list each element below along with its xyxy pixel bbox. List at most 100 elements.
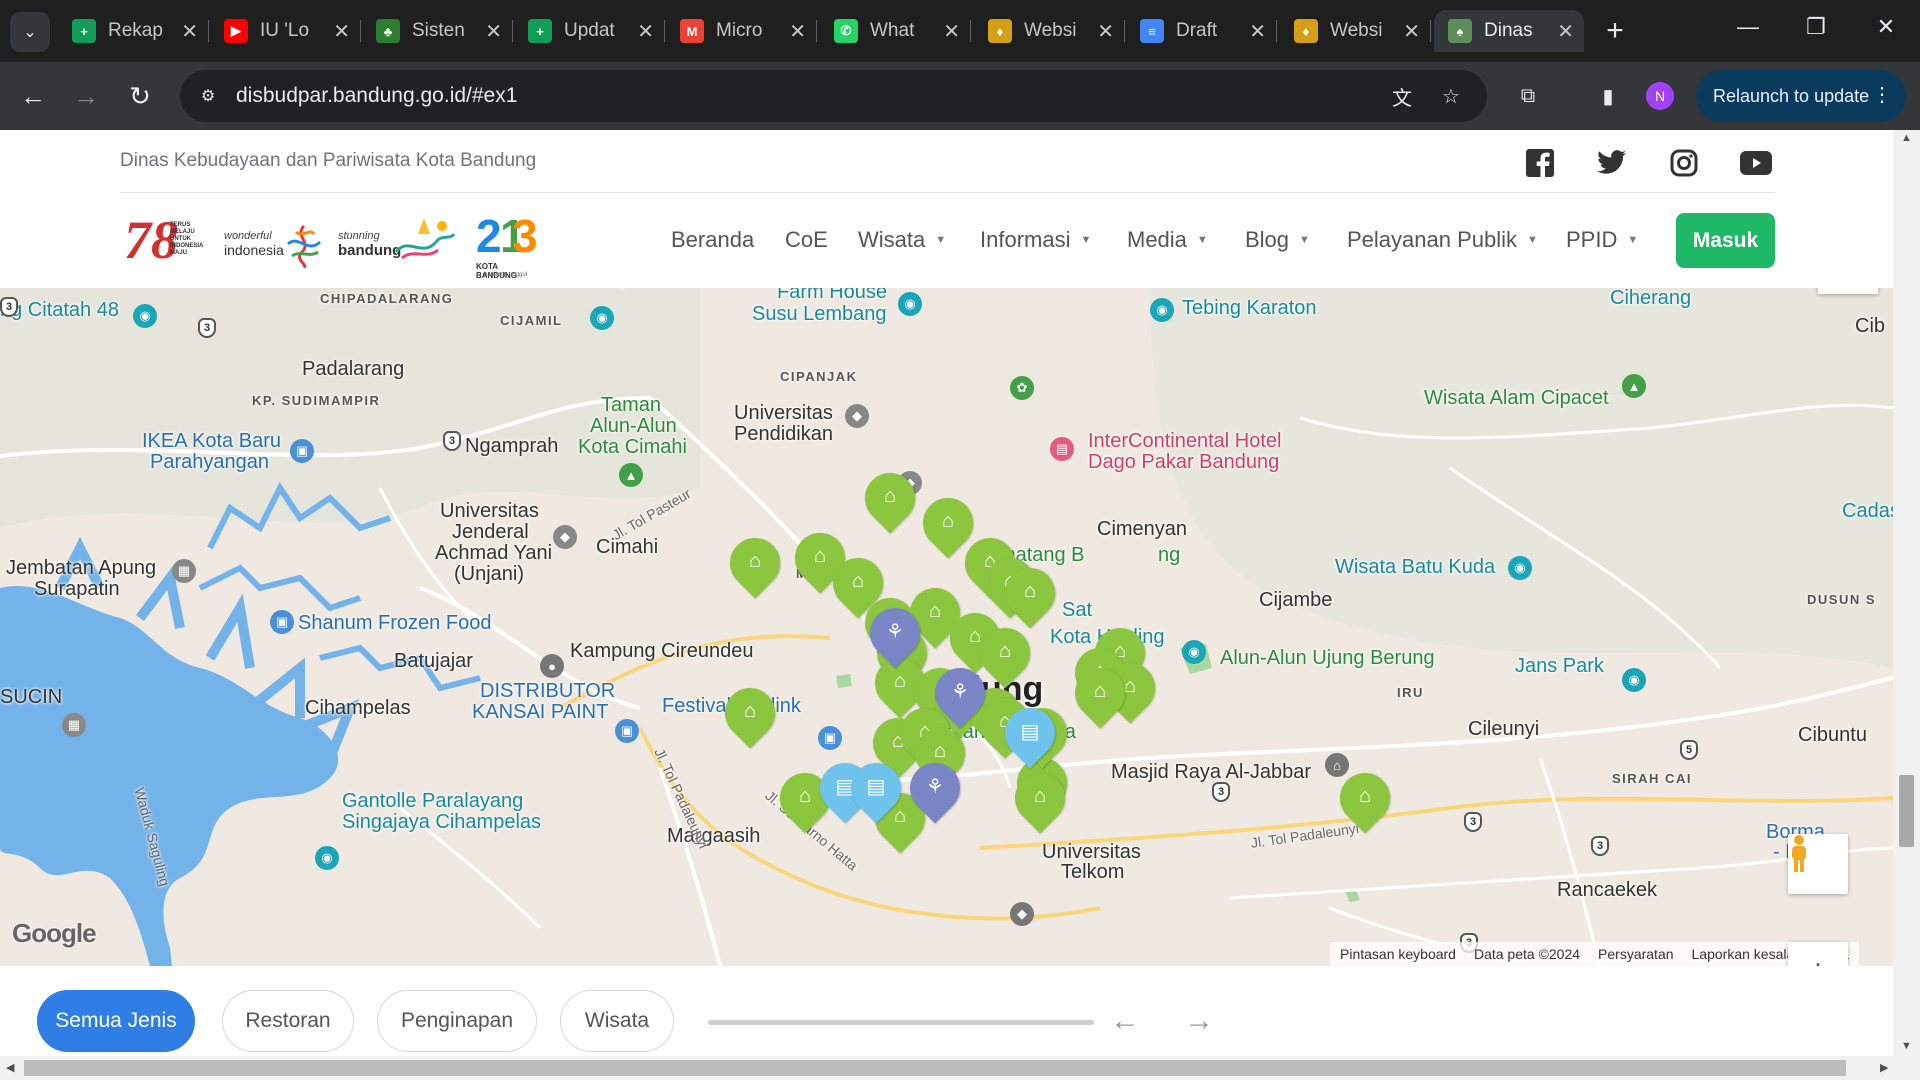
map-label[interactable]: Jembatan Apung [6,558,156,578]
close-tab-icon[interactable]: ✕ [485,19,502,44]
page-horizontal-scrollbar[interactable]: ◀ ▶ [0,1056,1920,1080]
map-label[interactable]: Universitas [1042,842,1141,862]
close-tab-icon[interactable]: ✕ [637,19,654,44]
shopping-bag-icon[interactable]: ▣ [615,719,639,743]
flower-icon[interactable]: ✿ [1010,376,1034,400]
scroll-right-arrow-icon[interactable]: ▶ [1880,1061,1888,1074]
more-menu-icon[interactable]: ⋮ [1872,82,1892,107]
map-label[interactable]: Ciherang [1610,288,1691,308]
google-map[interactable]: Stone Garden CitatahWisata PakuhajiCHIPA… [0,288,1893,966]
map-label[interactable]: Sat [1062,600,1092,620]
close-tab-icon[interactable]: ✕ [1403,19,1420,44]
map-label[interactable]: KANSAI PAINT [472,702,608,722]
browser-tab[interactable]: ♠ Dinas ✕ [1434,10,1584,52]
minimize-button[interactable]: — [1728,14,1768,40]
zoom-in-button[interactable]: + [1807,942,1828,966]
map-label[interactable]: Kota Cimahi [578,437,687,457]
nav-item-coe[interactable]: CoE [785,227,828,253]
browser-tab[interactable]: ♣ Sisten ✕ [362,10,513,52]
close-tab-icon[interactable]: ✕ [1557,19,1574,44]
close-tab-icon[interactable]: ✕ [1249,19,1266,44]
map-label[interactable]: Taman [601,395,661,415]
camera-icon[interactable]: ◉ [315,846,339,870]
vertical-scroll-thumb[interactable] [1899,775,1914,847]
map-label[interactable]: Singajaya Cihampelas [342,812,541,832]
terms-link[interactable]: Persyaratan [1598,946,1673,962]
map-label[interactable]: Shanum Frozen Food [298,613,491,633]
browser-tab[interactable]: + Updat ✕ [514,10,665,52]
translate-icon[interactable]: 文 [1388,82,1416,110]
street-view-pegman-icon[interactable] [1788,834,1848,894]
browser-tab[interactable]: ♦ Websi ✕ [1280,10,1431,52]
nav-item-beranda[interactable]: Beranda [671,227,754,253]
map-label[interactable]: DISTRIBUTOR [480,681,615,701]
hotel-map-pin[interactable]: ▤ [840,752,912,833]
restore-button[interactable]: ❐ [1796,14,1836,40]
map-label[interactable]: IKEA Kota Baru [142,431,281,451]
map-label[interactable]: Universitas [734,403,833,423]
map-label[interactable]: Jenderal [452,522,529,542]
camera-icon[interactable]: ◉ [898,292,922,316]
map-label[interactable]: Cimenyan [1097,519,1187,539]
map-label[interactable]: Wisata Alam Cipacet [1424,388,1609,408]
zoom-controls[interactable]: + − [1788,942,1848,966]
close-tab-icon[interactable]: ✕ [789,19,806,44]
browser-tab[interactable]: ♦ Websi ✕ [974,10,1125,52]
new-tab-button[interactable]: + [1598,14,1632,48]
restaurant-map-pin[interactable]: ⚘ [924,657,996,738]
camera-icon[interactable]: ◉ [133,304,157,328]
nav-item-ppid[interactable]: PPID ▼ [1566,227,1638,253]
school-icon[interactable]: ◆ [845,404,869,428]
map-label[interactable]: Cimahi [596,537,658,557]
restaurant-map-pin[interactable]: ⚘ [859,597,931,678]
filter-scroll-track[interactable] [708,1020,1094,1025]
map-type-control[interactable] [1818,288,1878,294]
instagram-icon[interactable] [1668,148,1700,178]
camera-icon[interactable]: ◉ [1182,640,1206,664]
map-label[interactable]: Cileunyi [1468,719,1539,739]
map-label[interactable]: Parahyangan [150,452,269,472]
filter-wisata-button[interactable]: Wisata [560,990,674,1052]
landmark-icon[interactable]: ▦ [62,713,86,737]
back-button[interactable]: ← [13,76,53,116]
hotel-icon[interactable]: ▤ [1050,437,1074,461]
relaunch-button[interactable]: Relaunch to update ⋮ [1696,70,1906,122]
monument-map-pin[interactable]: ⌂ [1329,762,1401,843]
map-label[interactable]: KP. SUDIMAMPIR [252,394,380,407]
url-text[interactable]: disbudpar.bandung.go.id/#ex1 [236,84,517,108]
close-tab-icon[interactable]: ✕ [181,19,198,44]
browser-tab[interactable]: + Rekap ✕ [58,10,209,52]
profile-avatar[interactable]: N [1646,82,1674,110]
nav-item-wisata[interactable]: Wisata ▼ [858,227,946,253]
hotel-map-pin[interactable]: ▤ [994,697,1066,778]
school-icon[interactable]: ◆ [1010,902,1034,926]
filter-next-arrow-icon[interactable]: → [1184,1004,1214,1038]
map-label[interactable]: Cib [1855,316,1885,336]
monument-map-pin[interactable]: ⌂ [1004,762,1076,843]
map-label[interactable]: Achmad Yani [435,543,552,563]
scroll-down-arrow-icon[interactable]: ▼ [1893,1040,1920,1052]
horizontal-scroll-thumb[interactable] [24,1060,1846,1076]
map-label[interactable]: Margaasih [667,826,760,846]
filter-prev-arrow-icon[interactable]: ← [1110,1004,1140,1038]
filter-semua-jenis-button[interactable]: Semua Jenis [37,990,195,1052]
nav-item-pelayanan-publik[interactable]: Pelayanan Publik ▼ [1347,227,1538,253]
monument-map-pin[interactable]: ⌂ [1064,657,1136,738]
camera-icon[interactable]: ◉ [590,306,614,330]
map-label[interactable]: CHIPADALARANG [320,292,453,305]
monument-map-pin[interactable]: ⌂ [714,677,786,758]
shopping-bag-icon[interactable]: ▣ [270,610,294,634]
map-label[interactable]: Padalarang [302,359,404,379]
site-settings-icon[interactable]: ⚙ [194,82,222,110]
map-label[interactable]: Jans Park [1515,656,1604,676]
nav-item-blog[interactable]: Blog ▼ [1245,227,1310,253]
map-label[interactable]: Batujajar [394,651,473,671]
scroll-up-arrow-icon[interactable]: ▲ [1893,132,1920,144]
partner-logos[interactable]: 78 TERUS MELAJU UNTUK INDONESIA MAJU wonderf… [124,208,536,284]
map-label[interactable]: SIRAH CAI [1612,772,1692,785]
map-label[interactable]: IRU [1397,686,1424,699]
bookmark-star-icon[interactable]: ☆ [1437,82,1465,110]
restaurant-map-pin[interactable]: ⚘ [899,752,971,833]
browser-tab[interactable]: M Micro ✕ [666,10,817,52]
map-label[interactable]: DUSUN S [1807,593,1876,606]
